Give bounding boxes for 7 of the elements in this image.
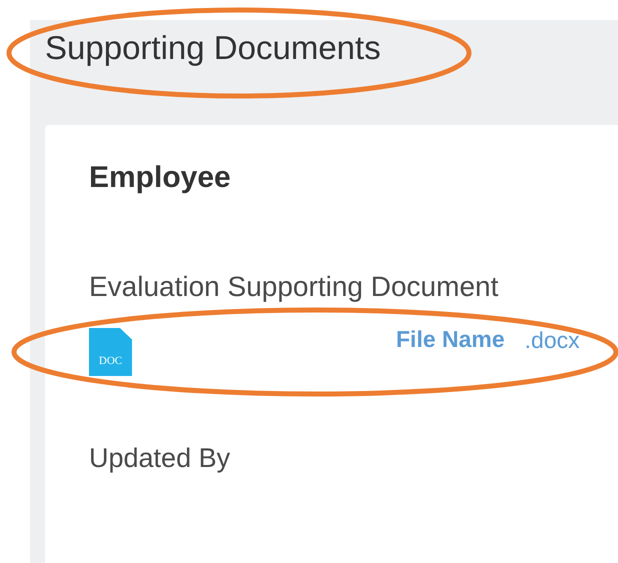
field-label: Updated By [89,442,230,475]
icon-label: DOC [98,355,122,367]
file-name-link[interactable]: File Name [396,325,505,353]
field-label: Evaluation Supporting Document [89,270,498,304]
file-extension: .docx [524,326,580,354]
card-heading: Employee [89,160,231,196]
page-title: Supporting Documents [45,28,381,68]
